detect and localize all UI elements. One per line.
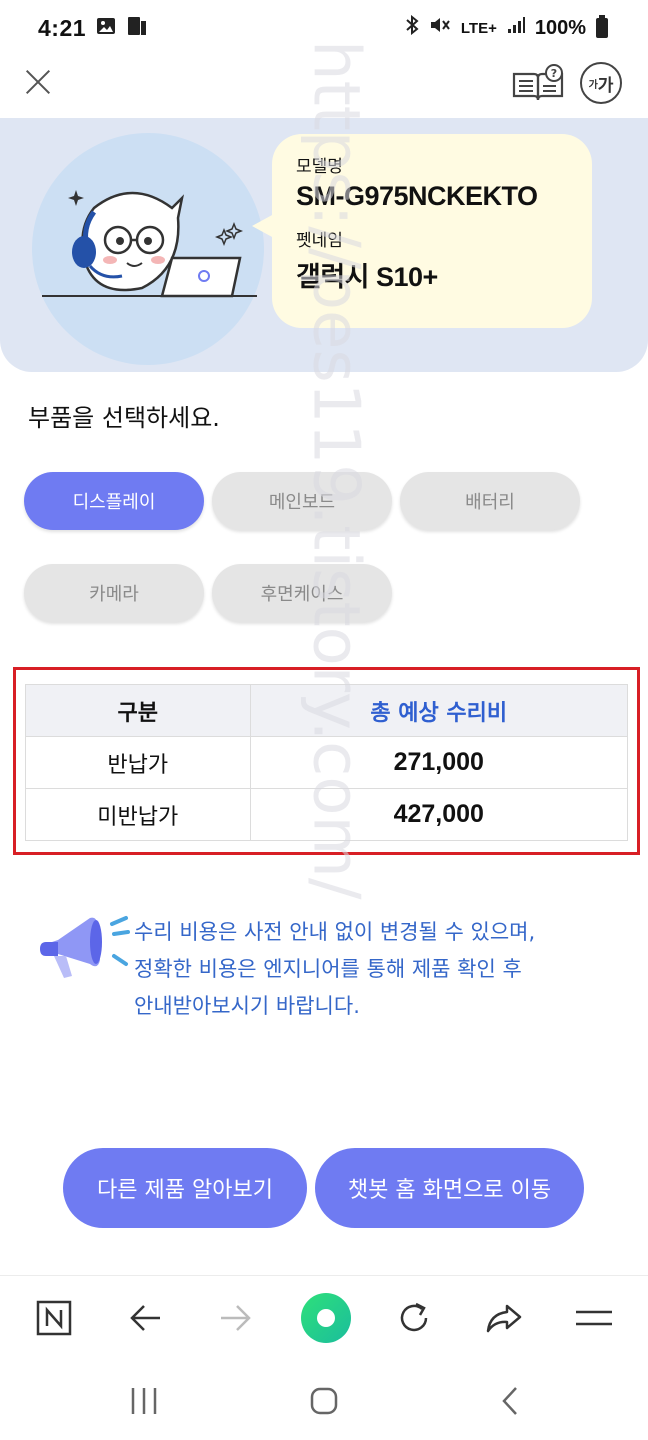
recent-apps-icon[interactable] bbox=[128, 1385, 160, 1421]
speech-bubble-tail bbox=[252, 214, 274, 238]
table-row: 미반납가 427,000 bbox=[25, 788, 629, 841]
part-button-display[interactable]: 디스플레이 bbox=[24, 472, 204, 530]
menu-icon[interactable] bbox=[574, 1298, 614, 1338]
notice-line: 안내받아보시기 바랍니다. bbox=[134, 994, 360, 1018]
notice-line: 수리 비용은 사전 안내 없이 변경될 수 있으며, bbox=[134, 920, 536, 944]
battery-icon bbox=[596, 15, 608, 38]
header-total-cost: 총 예상 수리비 bbox=[249, 684, 629, 737]
chatbot-home-button[interactable]: 챗봇 홈 화면으로 이동 bbox=[315, 1148, 584, 1228]
model-name-label: 모델명 bbox=[296, 157, 343, 177]
cost-table-highlight: 구분 총 예상 수리비 반납가 271,000 미반납가 427,000 bbox=[13, 667, 640, 855]
part-button-back-case[interactable]: 후면케이스 bbox=[212, 564, 392, 622]
table-header-row: 구분 총 예상 수리비 bbox=[25, 684, 629, 737]
share-icon[interactable] bbox=[484, 1298, 524, 1338]
header-type: 구분 bbox=[25, 684, 251, 737]
network-label: LTE+ bbox=[460, 19, 497, 37]
pet-name-value: 갤럭시 S10+ bbox=[296, 262, 438, 292]
book-help-icon[interactable]: ? bbox=[510, 64, 566, 104]
pet-name-label: 펫네임 bbox=[296, 231, 343, 251]
bluetooth-icon bbox=[405, 14, 419, 41]
system-nav-bar bbox=[0, 1361, 648, 1440]
part-button-camera[interactable]: 카메라 bbox=[24, 564, 204, 622]
green-dot-icon[interactable] bbox=[300, 1292, 352, 1344]
back-arrow-icon[interactable] bbox=[126, 1298, 166, 1338]
top-toolbar: ? 가가 bbox=[0, 56, 648, 118]
home-icon[interactable] bbox=[308, 1385, 340, 1421]
megaphone-icon bbox=[40, 916, 130, 978]
browser-toolbar bbox=[0, 1275, 648, 1361]
font-size-large-label: 가 bbox=[597, 75, 614, 96]
svg-text:?: ? bbox=[551, 67, 557, 80]
chatbot-mascot-illustration bbox=[42, 190, 257, 298]
repair-cost-notice: 수리 비용은 사전 안내 없이 변경될 수 있으며, 정확한 비용은 엔지니어를… bbox=[134, 914, 614, 1025]
row-type-return: 반납가 bbox=[25, 736, 251, 789]
back-icon[interactable] bbox=[494, 1385, 526, 1421]
device-info-banner: 모델명 SM-G975NCKEKTO 펫네임 갤럭시 S10+ bbox=[0, 118, 648, 372]
forward-arrow-icon[interactable] bbox=[215, 1298, 255, 1338]
signal-icon bbox=[507, 16, 525, 40]
repair-cost-table: 구분 총 예상 수리비 반납가 271,000 미반납가 427,000 bbox=[25, 684, 629, 841]
row-cost-return: 271,000 bbox=[249, 736, 629, 789]
sim-icon bbox=[126, 15, 148, 41]
part-button-mainboard[interactable]: 메인보드 bbox=[212, 472, 392, 530]
naver-home-icon[interactable] bbox=[34, 1298, 74, 1338]
row-type-no-return: 미반납가 bbox=[25, 788, 251, 841]
select-part-prompt: 부품을 선택하세요. bbox=[28, 404, 220, 432]
status-time: 4:21 bbox=[38, 14, 87, 41]
other-product-button[interactable]: 다른 제품 알아보기 bbox=[63, 1148, 307, 1228]
notice-line: 정확한 비용은 엔지니어를 통해 제품 확인 후 bbox=[134, 957, 522, 981]
font-size-small-label: 가 bbox=[588, 79, 598, 91]
table-row: 반납가 271,000 bbox=[25, 736, 629, 789]
row-cost-no-return: 427,000 bbox=[249, 788, 629, 841]
close-icon[interactable] bbox=[20, 64, 56, 100]
gallery-icon bbox=[96, 17, 116, 39]
battery-label: 100% bbox=[534, 16, 586, 39]
status-right: LTE+ 100% bbox=[405, 14, 608, 41]
mute-icon bbox=[429, 15, 451, 41]
status-bar: 4:21 LTE+ 100% bbox=[0, 0, 648, 56]
model-name-value: SM-G975NCKEKTO bbox=[296, 181, 538, 211]
status-left: 4:21 bbox=[38, 15, 148, 42]
refresh-icon[interactable] bbox=[394, 1298, 434, 1338]
device-info-bubble: 모델명 SM-G975NCKEKTO 펫네임 갤럭시 S10+ bbox=[272, 134, 592, 328]
part-button-battery[interactable]: 배터리 bbox=[400, 472, 580, 530]
font-size-icon[interactable]: 가가 bbox=[580, 62, 622, 104]
